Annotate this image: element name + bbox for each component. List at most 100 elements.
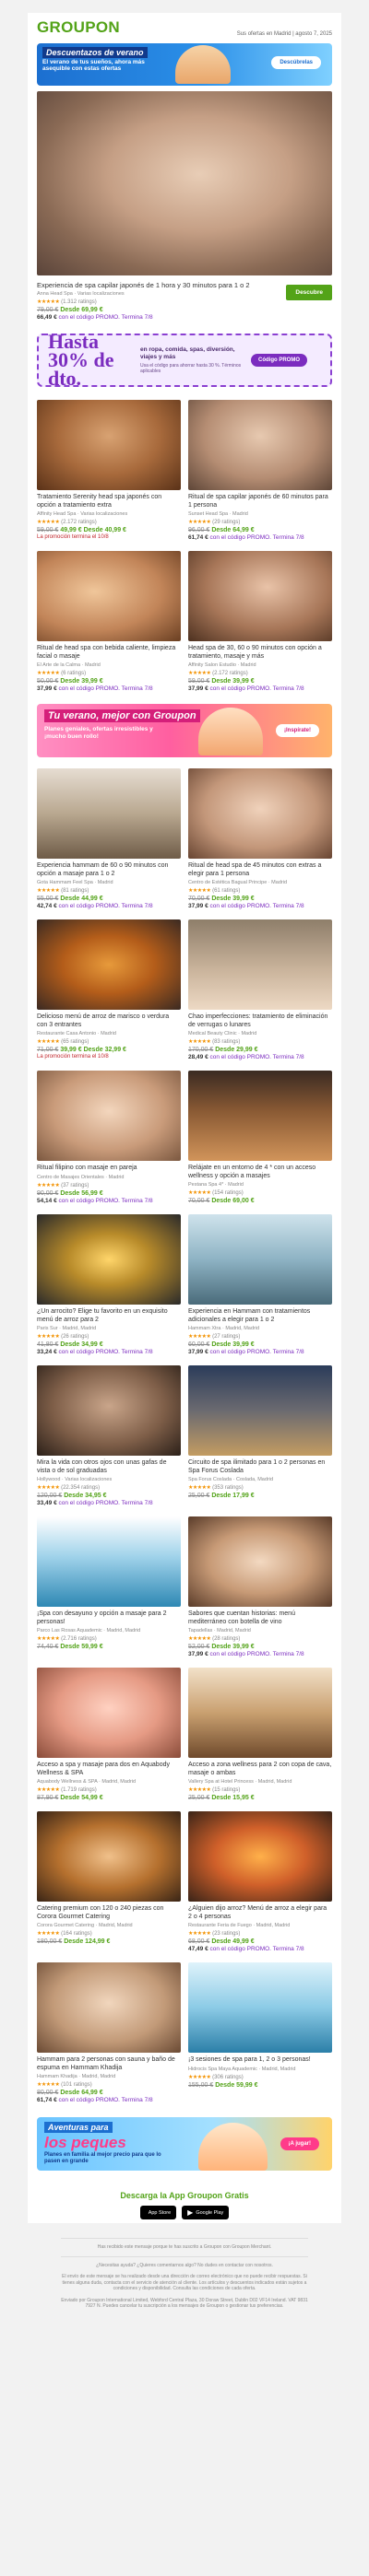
deal-card[interactable]: ¡Spa con desayuno y opción a masaje para… xyxy=(37,1516,181,1658)
new-price: Desde 59,99 € xyxy=(215,2081,258,2089)
deal-card[interactable]: Relájate en un entorno de 4 * con un acc… xyxy=(188,1071,332,1205)
deal-card[interactable]: Mira la vida con otros ojos con unas gaf… xyxy=(37,1365,181,1507)
deal-image[interactable] xyxy=(188,1071,332,1161)
new-price: Desde 39,99 € xyxy=(211,1644,255,1650)
deal-image[interactable] xyxy=(188,919,332,1010)
deal-image[interactable] xyxy=(37,551,181,641)
footer-subscription: Has recibido este mensaje porque te has … xyxy=(97,2244,272,2250)
old-price: 170,00 € xyxy=(188,1047,214,1053)
deal-card[interactable]: Delicioso menú de arroz de marisco o ver… xyxy=(37,919,181,1061)
deal-title[interactable]: Sabores que cuentan historias: menú medi… xyxy=(188,1610,332,1626)
deal-image[interactable] xyxy=(37,1214,181,1305)
groupon-logo[interactable]: GROUPON xyxy=(37,18,120,37)
bottom-banner-button[interactable]: ¡A jugar! xyxy=(280,2137,319,2150)
email-footer: Has recibido este mensaje porque te has … xyxy=(28,2223,341,2330)
rating-count: (353 ratings) xyxy=(212,1485,244,1491)
deal-title[interactable]: ¡Spa con desayuno y opción a masaje para… xyxy=(37,1610,181,1626)
hero-image[interactable] xyxy=(37,91,332,275)
deal-card[interactable]: Catering premium con 120 o 240 piezas co… xyxy=(37,1811,181,1953)
deal-image[interactable] xyxy=(37,1071,181,1161)
deal-image[interactable] xyxy=(37,919,181,1010)
deal-image[interactable] xyxy=(37,1811,181,1902)
deal-title[interactable]: Delicioso menú de arroz de marisco o ver… xyxy=(37,1013,181,1029)
deal-image[interactable] xyxy=(37,400,181,490)
promo-code-button[interactable]: Código PROMO xyxy=(251,354,307,367)
deal-card[interactable]: Circuito de spa ilimitado para 1 o 2 per… xyxy=(188,1365,332,1507)
deal-title[interactable]: Relájate en un entorno de 4 * con un acc… xyxy=(188,1165,332,1180)
deal-merchant: Affinity Head Spa · Varias localizacione… xyxy=(37,511,128,517)
deal-image[interactable] xyxy=(188,768,332,859)
mid-banner-button[interactable]: ¡Inspírate! xyxy=(275,724,319,737)
footer-help[interactable]: ¿Necesitas ayuda? ¿Quieres comentarnos a… xyxy=(61,2263,308,2269)
new-price: Desde 49,99 € xyxy=(211,1938,255,1945)
hero-title[interactable]: Experiencia de spa capilar japonés de 1 … xyxy=(37,281,268,289)
deal-title[interactable]: Circuito de spa ilimitado para 1 o 2 per… xyxy=(188,1459,332,1475)
deal-title[interactable]: Ritual de head spa de 45 minutos con ext… xyxy=(188,862,332,878)
deal-title[interactable]: Head spa de 30, 60 o 90 minutos con opci… xyxy=(188,645,332,661)
deal-card[interactable]: ¿Alguien dijo arroz? Menú de arroz a ele… xyxy=(188,1811,332,1953)
deal-card[interactable]: Tratamiento Serenity head spa japonés co… xyxy=(37,400,181,542)
hero-cta-button[interactable]: Descubre xyxy=(286,285,332,300)
deal-card[interactable]: Acceso a spa y masaje para dos en Aquabo… xyxy=(37,1668,181,1802)
deal-merchant: Vallery Spa at Hotel Princess · Madrid, … xyxy=(188,1779,292,1785)
deal-card[interactable]: Chao imperfecciones: tratamiento de elim… xyxy=(188,919,332,1061)
bottom-banner-subtitle: Planes en familia al mejor precio para q… xyxy=(44,2152,161,2164)
footer-legal[interactable]: Enviado por Groupon International Limite… xyxy=(61,2298,308,2310)
deal-card[interactable]: Head spa de 30, 60 o 90 minutos con opci… xyxy=(188,551,332,693)
deal-title[interactable]: Hammam para 2 personas con sauna y baño … xyxy=(37,2056,181,2072)
banner-button[interactable]: Descúbrelas xyxy=(271,56,321,69)
old-price: 68,00 € xyxy=(188,1938,210,1945)
deal-title[interactable]: Acceso a spa y masaje para dos en Aquabo… xyxy=(37,1762,181,1777)
deal-title[interactable]: ¿Un arrocito? Elige tu favorito en un ex… xyxy=(37,1308,181,1324)
deal-title[interactable]: Chao imperfecciones: tratamiento de elim… xyxy=(188,1013,332,1029)
deal-card[interactable]: Experiencia en Hammam con tratamientos a… xyxy=(188,1214,332,1356)
deal-title[interactable]: Acceso a zona wellness para 2 con copa d… xyxy=(188,1762,332,1777)
deal-card[interactable]: Sabores que cuentan historias: menú medi… xyxy=(188,1516,332,1658)
deal-title[interactable]: Mira la vida con otros ojos con unas gaf… xyxy=(37,1459,181,1475)
deal-image[interactable] xyxy=(37,1668,181,1758)
promo-price: 47,49 € xyxy=(188,1946,208,1952)
deal-title[interactable]: ¡3 sesiones de spa para 1, 2 o 3 persona… xyxy=(188,2056,332,2065)
star-rating-icon: ★★★★★ xyxy=(188,1190,211,1196)
deal-title[interactable]: Experiencia en Hammam con tratamientos a… xyxy=(188,1308,332,1324)
deal-promo: 47,49 € con el código PROMO. Termina 7/8 xyxy=(188,1946,332,1952)
deal-title[interactable]: Ritual filipino con masaje en pareja xyxy=(37,1165,181,1173)
summer-inspiration-banner[interactable]: Tu verano, mejor con Groupon Planes geni… xyxy=(37,704,332,757)
google-play-badge[interactable]: ▶ Google Play xyxy=(182,2206,230,2219)
hero-deal[interactable]: Experiencia de spa capilar japonés de 1 … xyxy=(28,89,341,328)
deal-title[interactable]: Catering premium con 120 o 240 piezas co… xyxy=(37,1905,181,1921)
promo-code-banner[interactable]: Hasta 30% de dto. en ropa, comida, spas,… xyxy=(37,332,332,389)
deal-rating: ★★★★★ (6 ratings) xyxy=(37,670,181,676)
deal-card[interactable]: Hammam para 2 personas con sauna y baño … xyxy=(37,1962,181,2104)
deal-image[interactable] xyxy=(188,1668,332,1758)
deal-image[interactable] xyxy=(188,1962,332,2053)
deal-title[interactable]: Experiencia hammam de 60 o 90 minutos co… xyxy=(37,862,181,878)
deal-image[interactable] xyxy=(37,1516,181,1607)
deal-card[interactable]: ¡3 sesiones de spa para 1, 2 o 3 persona… xyxy=(188,1962,332,2104)
deal-title[interactable]: Ritual de head spa con bebida caliente, … xyxy=(37,645,181,661)
deal-card[interactable]: Acceso a zona wellness para 2 con copa d… xyxy=(188,1668,332,1802)
deal-card[interactable]: Ritual filipino con masaje en pareja Cent… xyxy=(37,1071,181,1205)
deal-image[interactable] xyxy=(188,1214,332,1305)
deal-title[interactable]: Tratamiento Serenity head spa japonés co… xyxy=(37,494,181,509)
deal-card[interactable]: Ritual de head spa de 45 minutos con ext… xyxy=(188,768,332,910)
deal-image[interactable] xyxy=(188,1811,332,1902)
app-store-badge[interactable]: App Store xyxy=(139,2206,177,2219)
deal-card[interactable]: ¿Un arrocito? Elige tu favorito en un ex… xyxy=(37,1214,181,1356)
summer-deals-banner[interactable]: Descuentazos de verano El verano de tus … xyxy=(37,43,332,86)
deal-card[interactable]: Ritual de spa capilar japonés de 60 minu… xyxy=(188,400,332,542)
deal-image[interactable] xyxy=(37,768,181,859)
deal-title[interactable]: ¿Alguien dijo arroz? Menú de arroz a ele… xyxy=(188,1905,332,1921)
new-price: Desde 39,99 € xyxy=(211,678,255,685)
deal-image[interactable] xyxy=(37,1962,181,2053)
deal-image[interactable] xyxy=(188,1516,332,1607)
deal-card[interactable]: Experiencia hammam de 60 o 90 minutos co… xyxy=(37,768,181,910)
rating-count: (37 ratings) xyxy=(61,1182,89,1188)
kids-adventures-banner[interactable]: Aventuras para los peques Planes en fami… xyxy=(37,2117,332,2171)
deal-image[interactable] xyxy=(188,400,332,490)
deal-card[interactable]: Ritual de head spa con bebida caliente, … xyxy=(37,551,181,693)
deal-image[interactable] xyxy=(188,1365,332,1456)
deal-image[interactable] xyxy=(37,1365,181,1456)
deal-title[interactable]: Ritual de spa capilar japonés de 60 minu… xyxy=(188,494,332,509)
deal-image[interactable] xyxy=(188,551,332,641)
